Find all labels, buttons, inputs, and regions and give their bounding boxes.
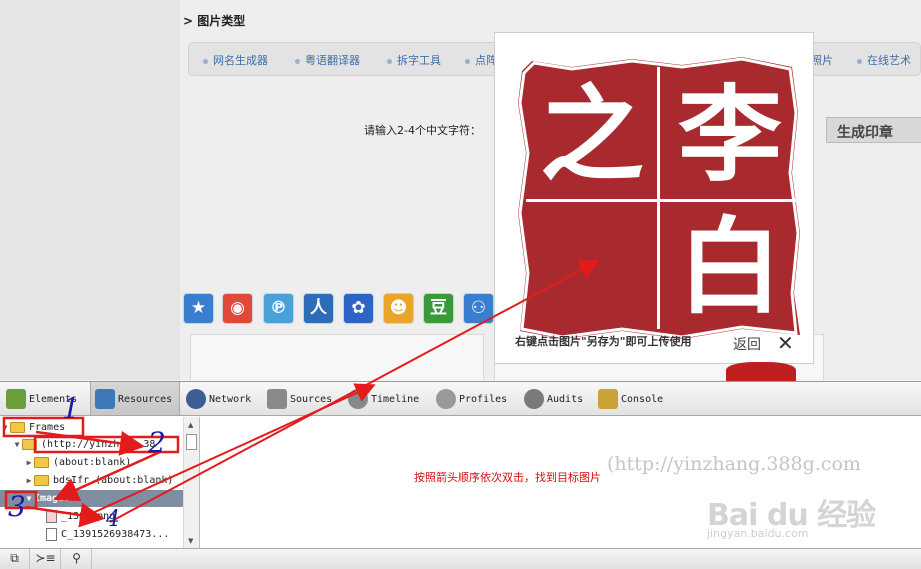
tab-network-label: Network [209,394,252,405]
tree-label: Images [34,493,71,504]
scroll-up-icon[interactable]: ▲ [188,421,193,429]
baidu-jingyan-url: jingyan.baidu.com [707,527,809,540]
tab-profiles[interactable]: Profiles [436,382,507,415]
scroll-down-icon[interactable]: ▼ [188,537,193,545]
resources-tree: ▼ Frames ▼ (http://yinzhang.38 ▶ (about:bla… [0,417,200,548]
tab-timeline[interactable]: Timeline [348,382,419,415]
tree-toggle[interactable]: ▼ [12,436,22,453]
audits-icon [524,389,544,409]
nav-item-name-generator[interactable]: 网名生成器 [203,52,268,68]
tencent-weibo-icon[interactable]: ℗ [263,293,294,324]
folder-icon [22,438,37,450]
tree-label: C_1391526938473... [61,529,170,540]
nav-item-split-char[interactable]: 拆字工具 [387,52,441,68]
tab-profiles-label: Profiles [459,394,508,405]
seal-preview-modal: 李 之 白 右键点击图片"另存为"即可上传使用 返回 ✕ [494,32,814,364]
tab-resources-label: Resources [118,394,173,405]
save-hint: 右键点击图片"另存为"即可上传使用 [515,335,692,348]
console-drawer-icon[interactable]: ≻≡ [31,549,61,569]
tree-label: (about:blank) [53,457,132,468]
tab-sources[interactable]: Sources [267,382,332,415]
back-button[interactable]: 返回 [733,334,761,354]
friends-icon[interactable]: ⚇ [463,293,494,324]
resources-icon [95,389,115,409]
tree-toggle[interactable]: ▼ [24,490,34,507]
tree-label: bdsIfr (about:blank) [53,475,174,486]
tree-item-main-frame[interactable]: ▼ (http://yinzhang.38 [0,436,183,453]
tab-elements[interactable]: Elements [6,382,77,415]
tree-toggle[interactable]: ▼ [0,419,10,436]
tree-toggle[interactable]: ▶ [24,454,34,471]
section-title: > 图片类型 [183,14,246,28]
tree-item-bdsifr[interactable]: ▶ bdsIfr (about:blank) [0,472,183,489]
folder-icon [34,456,49,468]
search-icon[interactable]: ⚲ [62,549,92,569]
seal-char-bai: 白 [678,205,782,328]
baidu-icon[interactable]: ✿ [343,293,374,324]
dock-icon[interactable]: ⧉ [0,549,30,569]
seal-char-li: 李 [678,73,782,196]
qzone-icon[interactable]: ★ [183,293,214,324]
timeline-icon [348,389,368,409]
nav-item-art[interactable]: 在线艺术 [857,52,911,68]
tree-item-image-1384[interactable]: _1384.png [0,508,183,525]
resource-preview-area: 按照箭头顺序依次双击，找到目标图片 (http://yinzhang.388g.… [201,417,921,548]
devtools-toolbar: Elements Resources Network Sources Timel… [0,382,921,416]
seal-divider-horizontal [526,199,796,202]
tab-resources[interactable]: Resources [90,382,180,415]
elements-icon [6,389,26,409]
tab-audits[interactable]: Audits [524,382,583,415]
image-file-icon [46,509,57,523]
tree-item-frames[interactable]: ▼ Frames [0,419,183,436]
scroll-thumb[interactable] [186,434,197,450]
tree-scrollbar[interactable]: ▲ ▼ [183,417,199,548]
seal-graphic: 李 之 白 [518,57,800,339]
tab-audits-label: Audits [547,394,584,405]
tab-sources-label: Sources [290,394,333,405]
folder-icon [10,421,25,433]
close-icon[interactable]: ✕ [777,331,794,355]
seal-divider-vertical [657,67,660,329]
sources-icon [267,389,287,409]
tab-elements-label: Elements [29,394,78,405]
tree-item-images[interactable]: ▼ Images [0,490,183,507]
tab-timeline-label: Timeline [371,394,420,405]
weibo-icon[interactable]: ◉ [222,293,253,324]
network-icon [186,389,206,409]
tab-network[interactable]: Network [186,382,251,415]
tree-item-about-blank[interactable]: ▶ (about:blank) [0,454,183,471]
renren-icon[interactable]: 人 [303,293,334,324]
douban-icon[interactable]: 豆 [423,293,454,324]
tree-label: Frames [29,422,66,433]
tree-label: _1384.png [61,511,116,522]
nav-item-dot-matrix[interactable]: 点阵 [465,52,497,68]
seal-preview-fragment [726,362,796,382]
tree-label: (http://yinzhang.38 [41,439,156,450]
generate-seal-button[interactable]: 生成印章 [826,117,921,143]
seal-char-zhi: 之 [540,73,644,196]
nav-item-cantonese[interactable]: 粤语翻译器 [295,52,360,68]
devtools-panel: Elements Resources Network Sources Timel… [0,381,921,569]
folder-icon [34,474,49,486]
devtools-status-bar: ⧉ ≻≡ ⚲ [0,548,921,569]
image-file-icon [46,527,57,541]
site-watermark: (http://yinzhang.388g.com [607,453,861,475]
instruction-note: 按照箭头顺序依次双击，找到目标图片 [414,471,601,484]
tree-item-image-c[interactable]: C_1391526938473... [0,526,183,543]
profiles-icon [436,389,456,409]
tab-console-label: Console [621,394,664,405]
seal-image[interactable]: 李 之 白 [512,53,802,343]
tree-toggle[interactable]: ▶ [24,472,34,489]
char-input-label: 请输入2-4个中文字符： [364,124,481,137]
console-icon [598,389,618,409]
tab-console[interactable]: Console [598,382,663,415]
content-panel-left [190,334,484,380]
kaixin-icon[interactable]: ☻ [383,293,414,324]
